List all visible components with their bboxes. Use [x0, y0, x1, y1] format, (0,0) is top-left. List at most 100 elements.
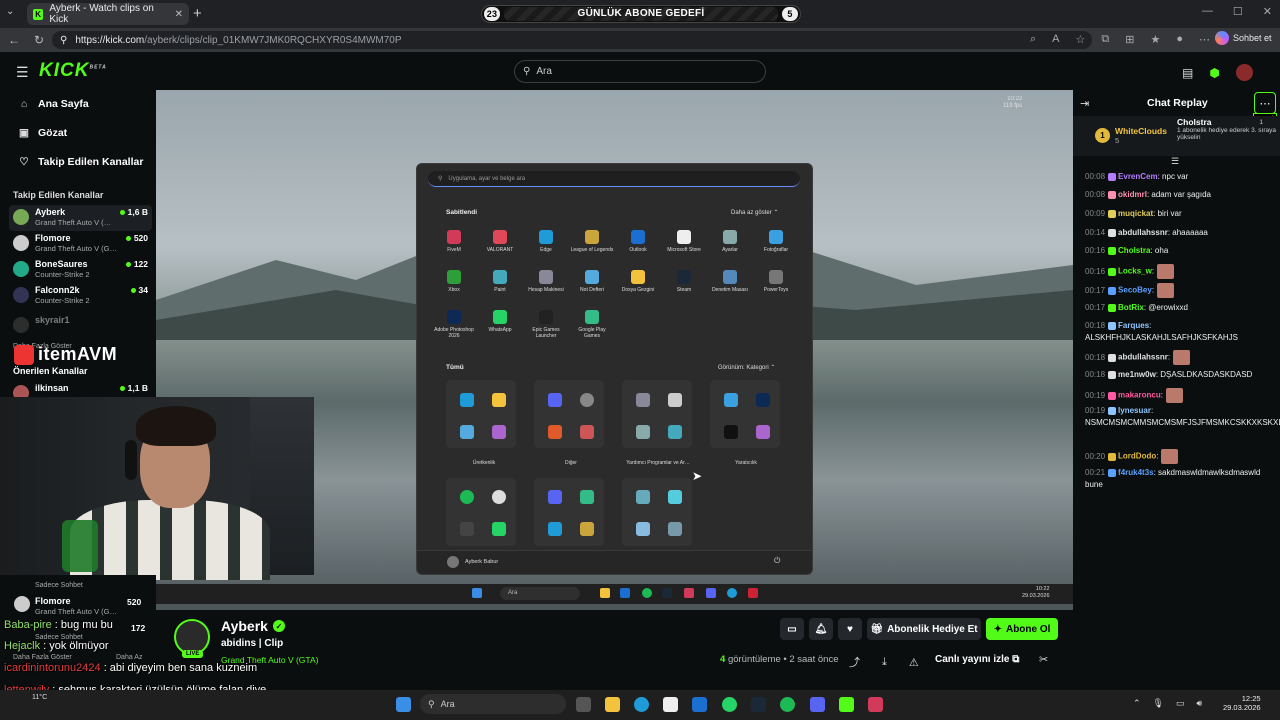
pinned-app[interactable]: VALORANT	[478, 230, 522, 253]
pinned-app[interactable]: Microsoft Store	[662, 230, 706, 253]
chat-username[interactable]: lynesuar	[1118, 406, 1151, 415]
new-tab-icon[interactable]: +	[193, 5, 202, 22]
streamer-name[interactable]: Ayberk ✓	[221, 618, 285, 634]
profile-icon[interactable]: ●	[1176, 33, 1183, 46]
share-icon[interactable]: ⤴	[849, 654, 860, 670]
discord-icon[interactable]	[810, 697, 825, 712]
extensions-icon[interactable]: ⧉	[1101, 33, 1109, 46]
pinned-app[interactable]: Epic Games Launcher	[524, 310, 568, 339]
chat-username[interactable]: EvrenCem	[1118, 172, 1158, 181]
fivem-icon[interactable]	[868, 697, 883, 712]
chat-username[interactable]: okidmrl	[1118, 190, 1147, 199]
category-productivity[interactable]	[446, 380, 516, 448]
search-input[interactable]: ⚲ Ara	[514, 60, 766, 83]
task-view-icon[interactable]	[576, 697, 591, 712]
chat-username[interactable]: LordDodo	[1118, 452, 1156, 461]
chat-username[interactable]: Cholstra	[1118, 246, 1150, 255]
pinned-app[interactable]: Xbox	[432, 270, 476, 293]
mic-icon[interactable]: 🎙︎	[1153, 698, 1164, 709]
favorite-icon[interactable]: ☆	[1076, 33, 1086, 46]
pinned-app[interactable]: PowerToys	[754, 270, 798, 293]
pinned-app[interactable]: WhatsApp	[478, 310, 522, 333]
windows-start-icon[interactable]	[396, 697, 411, 712]
pinned-app[interactable]: Not Defteri	[570, 270, 614, 293]
outlook-icon[interactable]	[692, 697, 707, 712]
category-other[interactable]	[534, 380, 604, 448]
chat-username[interactable]: muqickat	[1118, 209, 1153, 218]
nav-browse[interactable]: ▣ Gözat	[18, 127, 67, 139]
user-avatar[interactable]	[1235, 64, 1253, 81]
sidebar-channel-skyrair1[interactable]: skyrair1	[9, 313, 152, 339]
expand-leaderboard-icon[interactable]: ☰	[1171, 156, 1179, 167]
view-category-dropdown[interactable]: Görünüm: Kategori ⌃	[718, 364, 775, 371]
watch-live-link[interactable]: Canlı yayını izle ⧉	[935, 654, 1019, 665]
pinned-app[interactable]: Google Play Games	[570, 310, 614, 339]
chat-username[interactable]: f4ruk4t3s	[1118, 468, 1154, 477]
kick-app-icon[interactable]	[839, 697, 854, 712]
show-less-link[interactable]: Daha Az	[116, 654, 142, 661]
pinned-app[interactable]: League of Legends	[570, 230, 614, 253]
show-less-button[interactable]: Daha az göster ⌃	[731, 209, 778, 216]
gift-subscription-button[interactable]: 🎁︎ Abonelik Hediye Et	[867, 618, 981, 640]
pinned-app[interactable]: Hesap Makinesi	[524, 270, 568, 293]
zoom-icon[interactable]: ⌕	[1030, 33, 1036, 46]
download-icon[interactable]: ⤓	[882, 656, 887, 669]
inbox-icon[interactable]: ▤	[1182, 66, 1193, 80]
back-icon[interactable]: ←	[8, 33, 20, 47]
chat-username[interactable]: SecoBey	[1118, 286, 1152, 295]
clip-edit-icon[interactable]: ✂	[1039, 653, 1048, 666]
sidebar-channel-falconn2k[interactable]: Falconn2k Counter-Strike 2 34	[9, 283, 152, 309]
taskbar-search[interactable]: ⚲ Ara	[420, 694, 566, 714]
tab-list-icon[interactable]: ⌄	[6, 6, 14, 17]
weather-widget[interactable]: 11°C	[32, 694, 47, 702]
close-tab-icon[interactable]: ✕	[175, 9, 183, 20]
pinned-app[interactable]: Ayarlar	[708, 230, 752, 253]
maximize-icon[interactable]: ☐	[1233, 5, 1243, 18]
pinned-app[interactable]: Steam	[662, 270, 706, 293]
tray-chevron-icon[interactable]: ⌃	[1133, 698, 1141, 709]
menu-icon[interactable]: ☰	[16, 64, 29, 81]
chat-username[interactable]: makaroncu	[1118, 391, 1161, 400]
notifications-button[interactable]: 🔔︎	[809, 618, 833, 640]
sidebar-channel-bonesaures[interactable]: BoneSaures Counter-Strike 2 122	[9, 257, 152, 283]
favorites-bar-icon[interactable]: ★	[1150, 33, 1160, 46]
power-icon[interactable]: ⏻	[774, 556, 780, 566]
close-window-icon[interactable]: ✕	[1263, 5, 1272, 18]
start-user-button[interactable]: Ayberk Babur	[447, 556, 498, 568]
collections-icon[interactable]: ⊞	[1125, 33, 1134, 46]
more-icon[interactable]: ⋯	[1199, 33, 1210, 46]
minimize-icon[interactable]: —	[1202, 5, 1213, 18]
kick-logo[interactable]: KICKBETA	[39, 60, 107, 82]
chat-username[interactable]: Farques	[1118, 321, 1149, 330]
browser-tab[interactable]: K Ayberk - Watch clips on Kick ✕	[27, 3, 189, 25]
volume-icon[interactable]: 🔊︎	[1197, 698, 1203, 709]
edge-icon[interactable]	[634, 697, 649, 712]
follow-button[interactable]: ♥	[838, 618, 862, 640]
nav-following[interactable]: ♡ Takip Edilen Kanallar	[18, 156, 143, 168]
pinned-app[interactable]: Adobe Photoshop 2026	[432, 310, 476, 339]
show-more-link[interactable]: Daha Fazla Göster	[13, 654, 72, 661]
category-entertainment[interactable]	[446, 478, 516, 546]
report-icon[interactable]: ⚠	[909, 656, 919, 669]
steam-icon[interactable]	[751, 697, 766, 712]
spotify-icon[interactable]	[780, 697, 795, 712]
chat-username[interactable]: abdullahssnr	[1118, 228, 1168, 237]
nav-home[interactable]: ⌂ Ana Sayfa	[18, 98, 89, 110]
pinned-app[interactable]: Outlook	[616, 230, 660, 253]
pinned-app[interactable]: Dosya Gezgini	[616, 270, 660, 293]
chat-username[interactable]: me1nw0w	[1118, 370, 1156, 379]
read-aloud-icon[interactable]: A	[1052, 33, 1059, 46]
category-utilities[interactable]	[622, 380, 692, 448]
pinned-app[interactable]: Denetim Masası	[708, 270, 752, 293]
pinned-app[interactable]: Fotoğraflar	[754, 230, 798, 253]
reload-icon[interactable]: ↻	[34, 33, 44, 47]
category-games[interactable]	[534, 478, 604, 546]
theater-mode-button[interactable]: ▭	[780, 618, 804, 640]
sidebar-channel-ayberk[interactable]: Ayberk Grand Theft Auto V (… 1,6 B	[9, 205, 152, 231]
kick-coin-icon[interactable]: ⬢	[1209, 66, 1219, 80]
pinned-app[interactable]: Edge	[524, 230, 568, 253]
chat-username[interactable]: BotRix	[1118, 303, 1144, 312]
pinned-app[interactable]: FiveM	[432, 230, 476, 253]
chat-more-button[interactable]: ⋯	[1254, 92, 1276, 114]
pinned-app[interactable]: Paint	[478, 270, 522, 293]
